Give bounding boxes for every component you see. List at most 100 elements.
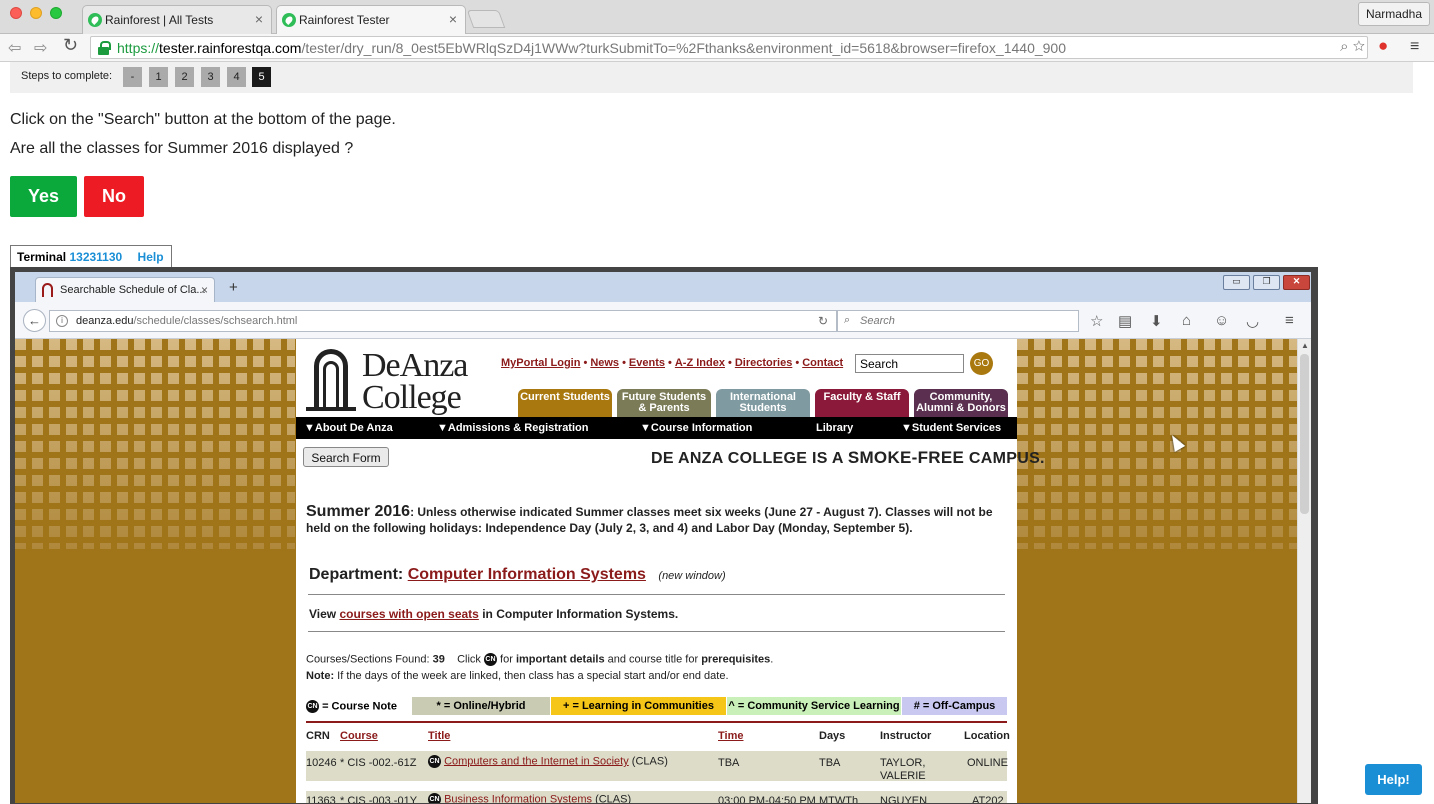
pocket-icon[interactable]: ◡ — [1246, 312, 1259, 330]
browser-tab-all-tests[interactable]: Rainforest | All Tests × — [82, 5, 272, 34]
myportal-link[interactable]: MyPortal Login — [501, 357, 580, 369]
decorative-tiles — [15, 339, 295, 549]
step-button[interactable]: 2 — [175, 67, 194, 87]
terminal-help-link[interactable]: Help — [138, 250, 164, 264]
col-title[interactable]: Title — [428, 730, 450, 742]
close-icon[interactable]: ✕ — [1283, 275, 1310, 290]
col-instructor: Instructor — [880, 730, 932, 742]
note-text: If the days of the week are linked, then… — [337, 670, 729, 682]
new-tab-button[interactable] — [466, 10, 506, 28]
step-button[interactable]: 1 — [149, 67, 168, 87]
hello-icon[interactable]: ☺ — [1214, 312, 1229, 329]
no-button[interactable]: No — [84, 176, 144, 217]
minimize-icon[interactable]: ▭ — [1223, 275, 1250, 290]
window-zoom-button[interactable] — [50, 7, 62, 19]
download-icon[interactable]: ⬇ — [1150, 312, 1163, 330]
step-button[interactable]: 3 — [201, 67, 220, 87]
yes-button[interactable]: Yes — [10, 176, 77, 217]
menu-icon[interactable]: ≡ — [1410, 38, 1419, 56]
separator: • — [727, 357, 732, 369]
menu-admissions[interactable]: ▼Admissions & Registration — [437, 422, 588, 434]
decorative-tiles — [1017, 339, 1297, 549]
tab-future-students[interactable]: Future Students & Parents — [617, 389, 711, 417]
menu-course-info[interactable]: ▼Course Information — [640, 422, 752, 434]
deanza-page: DeAnza College MyPortal Login • News • Event… — [296, 339, 1045, 803]
scrollbar-thumb[interactable] — [1300, 354, 1309, 514]
back-arrow-icon[interactable]: ← — [23, 309, 46, 332]
course-title-link[interactable]: Business Information Systems — [444, 793, 592, 803]
firefox-toolbar: ← i deanza.edu/schedule/classes/schsearc… — [15, 302, 1311, 339]
courses-found-line: Courses/Sections Found: 39 Click CN for … — [306, 653, 774, 666]
help-button[interactable]: Help! — [1365, 764, 1422, 795]
back-arrow-icon[interactable]: ⇦ — [8, 38, 21, 58]
tab-international-students[interactable]: International Students — [716, 389, 810, 417]
site-search-go-button[interactable]: GO — [970, 352, 993, 375]
menu-about[interactable]: ▼About De Anza — [304, 422, 393, 434]
url-host: deanza.edu — [76, 315, 134, 327]
scroll-up-icon[interactable]: ▲ — [1301, 341, 1309, 350]
restore-icon[interactable]: ❐ — [1253, 275, 1280, 290]
cell-course: * CIS -003.-01Y — [340, 795, 418, 803]
open-seats-link[interactable]: courses with open seats — [339, 607, 478, 621]
terminal-tab: Terminal 13231130 Help — [10, 245, 172, 268]
window-close-button[interactable] — [10, 7, 22, 19]
course-note-icon[interactable]: CN — [428, 755, 441, 768]
vertical-scrollbar[interactable]: ▲ — [1297, 339, 1311, 803]
info-icon[interactable]: i — [56, 315, 68, 327]
tab-close-icon[interactable]: × — [255, 11, 263, 27]
firefox-search-box[interactable]: ⌕ Search — [837, 310, 1079, 332]
step-instruction: Click on the "Search" button at the bott… — [10, 111, 396, 128]
col-course[interactable]: Course — [340, 730, 378, 742]
new-tab-plus-icon[interactable]: + — [229, 279, 238, 296]
step-button[interactable]: 4 — [227, 67, 246, 87]
reading-list-icon[interactable]: ▤ — [1118, 312, 1132, 330]
arch-logo-base — [306, 407, 356, 411]
home-icon[interactable]: ⌂ — [1182, 312, 1191, 329]
tab-community[interactable]: Community, Alumni & Donors — [914, 389, 1008, 417]
cell-crn: 10246 — [306, 757, 337, 769]
az-index-link[interactable]: A-Z Index — [675, 357, 725, 369]
view-post: in Computer Information Systems. — [478, 607, 679, 621]
cell-days: TBA — [819, 757, 841, 769]
tab-close-icon[interactable]: × — [201, 283, 208, 297]
tab-current-students[interactable]: Current Students — [518, 389, 612, 417]
profile-button[interactable]: Narmadha — [1357, 2, 1430, 26]
step-button[interactable]: - — [123, 67, 142, 87]
deanza-logo[interactable]: DeAnza College — [306, 345, 486, 416]
tab-close-icon[interactable]: × — [449, 11, 457, 27]
course-title-link[interactable]: Computers and the Internet in Society — [444, 755, 629, 767]
contact-link[interactable]: Contact — [802, 357, 843, 369]
step-button-current[interactable]: 5 — [252, 67, 271, 87]
directories-link[interactable]: Directories — [735, 357, 792, 369]
legend-bar: CN = Course Note * = Online/Hybrid + = L… — [306, 697, 1007, 715]
tab-faculty-staff[interactable]: Faculty & Staff — [815, 389, 909, 417]
menu-student-services[interactable]: ▼Student Services — [901, 422, 1001, 434]
zoom-icon[interactable]: ⌕ — [1340, 38, 1348, 55]
search-form-button[interactable]: Search Form — [303, 447, 389, 467]
dept-name-link[interactable]: Computer Information Systems — [408, 566, 646, 583]
browser-tab-rainforest-tester[interactable]: Rainforest Tester × — [276, 5, 466, 34]
dept-label: Department: — [309, 566, 404, 583]
reload-icon[interactable]: ↻ — [63, 35, 78, 56]
bookmark-star-icon[interactable]: ☆ — [1090, 312, 1103, 330]
news-link[interactable]: News — [590, 357, 619, 369]
opera-extension-icon[interactable]: ● — [1378, 36, 1388, 56]
terminal-viewport[interactable]: Searchable Schedule of Cla... × + ▭ ❐ ✕ … — [10, 267, 1318, 804]
smoke-free-post: CAMPUS. — [964, 450, 1045, 467]
events-link[interactable]: Events — [629, 357, 665, 369]
site-search-input[interactable]: Search — [855, 354, 964, 373]
reload-icon[interactable]: ↻ — [818, 314, 828, 328]
menu-library[interactable]: Library — [816, 422, 853, 434]
course-note-icon: CN — [483, 653, 497, 666]
address-bar[interactable]: https://tester.rainforestqa.com/tester/d… — [90, 36, 1368, 59]
found-count: 39 — [432, 653, 445, 666]
cell-location: ONLINE — [967, 757, 1008, 769]
course-note-icon[interactable]: CN — [428, 793, 441, 803]
col-time[interactable]: Time — [718, 730, 743, 742]
forward-arrow-icon[interactable]: ⇨ — [34, 38, 47, 58]
bookmark-star-icon[interactable]: ☆ — [1353, 38, 1365, 55]
window-minimize-button[interactable] — [30, 7, 42, 19]
firefox-address-bar[interactable]: i deanza.edu/schedule/classes/schsearch.… — [49, 310, 837, 332]
menu-icon[interactable]: ≡ — [1285, 312, 1294, 329]
firefox-tab[interactable]: Searchable Schedule of Cla... × — [35, 277, 215, 302]
